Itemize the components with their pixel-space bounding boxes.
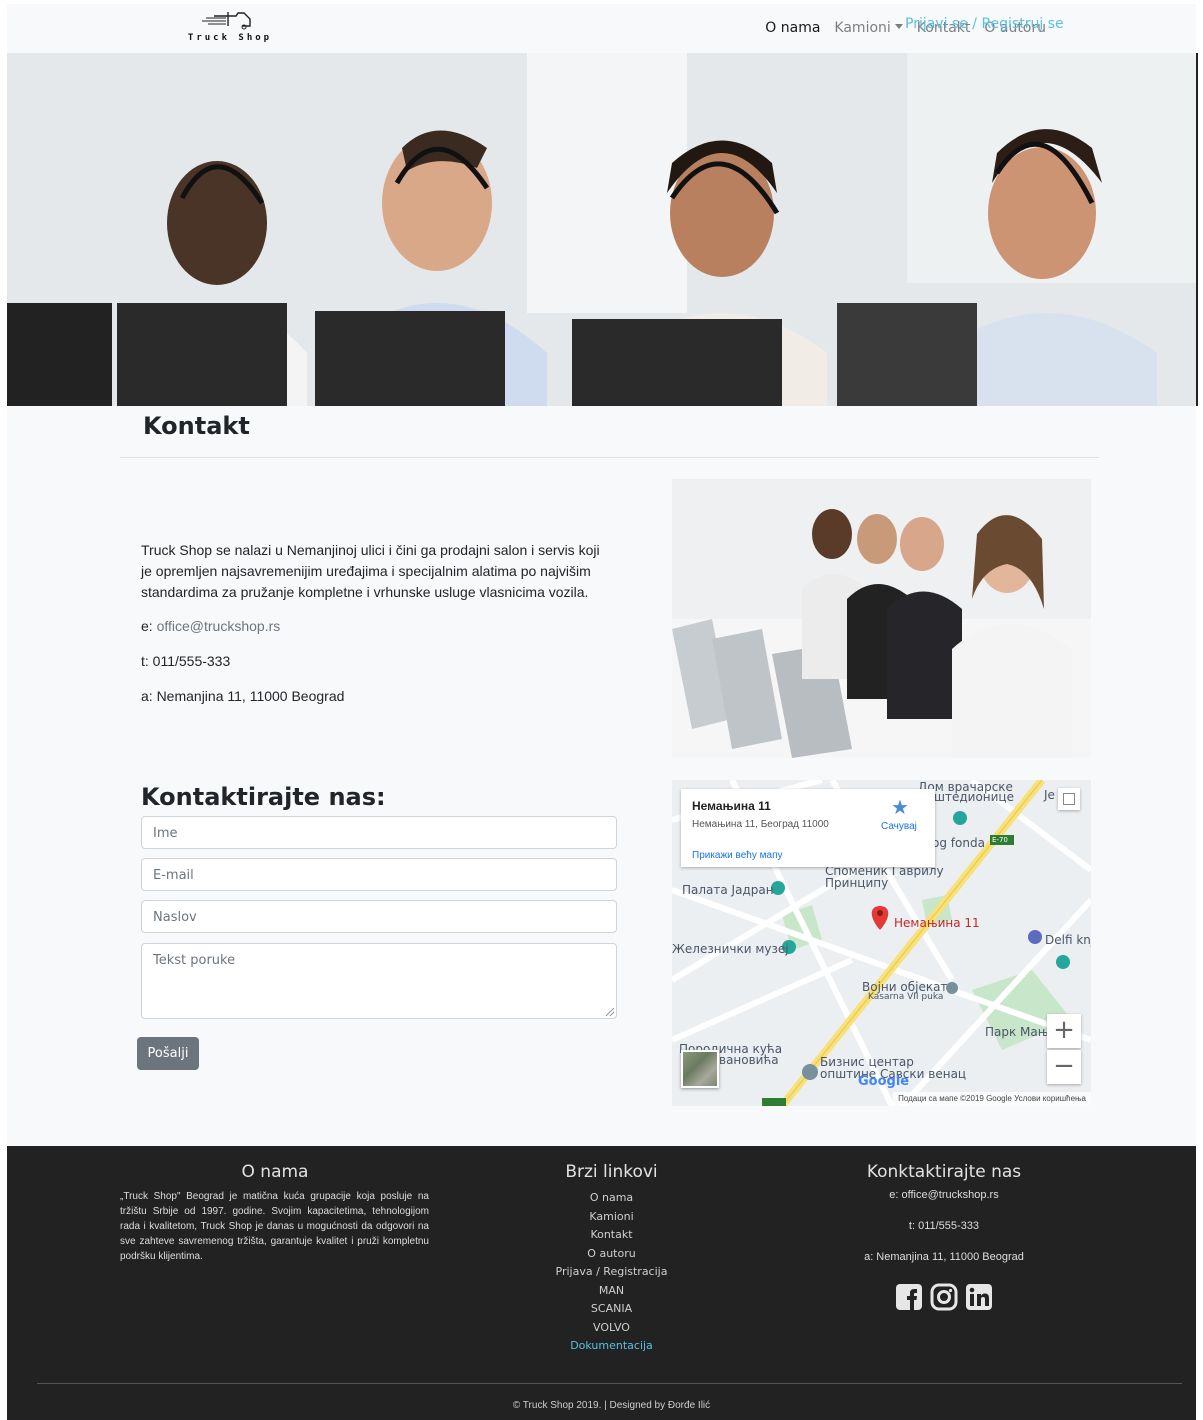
contact-email: e: office@truckshop.rs [141,618,280,634]
nav-link-kamioni-label: Kamioni [834,20,891,36]
footer-link-scania[interactable]: SCANIA [533,1302,690,1315]
email-input[interactable]: E-mail [141,858,617,891]
map-embed[interactable]: Дом врачарске штедионице Je og fonda E-7… [672,780,1091,1106]
footer-link-man[interactable]: MAN [533,1284,690,1297]
footer-link-o-autoru[interactable]: O autoru [533,1247,690,1260]
nav-link-kamioni[interactable]: Kamioni [834,20,903,36]
footer-link-kontakt[interactable]: Kontakt [533,1228,690,1241]
map-label-vanovica: вановића [719,1053,779,1067]
footer-about-text: „Truck Shop" Beograd je matična kuća gru… [120,1191,429,1262]
truck-logo-icon [202,12,251,30]
map-label-stedionice: штедионице [934,790,1014,804]
subject-input[interactable]: Naslov [141,900,617,933]
satellite-toggle[interactable] [681,1050,719,1088]
email-placeholder: E-mail [153,868,194,883]
map-label-kasarna: Kasarna VII puka [868,992,944,1002]
place-name: Немањина 11 [692,799,771,813]
footer-about-title: O nama [241,1162,309,1182]
resize-handle-icon[interactable] [606,1008,614,1016]
caret-down-icon [894,24,903,29]
form-title: Kontaktirajte nas: [141,783,386,811]
map-label-principu: Принципу [825,876,889,890]
email-link[interactable]: office@truckshop.rs [157,618,281,634]
message-placeholder: Tekst poruke [153,953,236,968]
footer-contact-title: Konktaktirajte nas [866,1162,1022,1182]
view-larger-map-link[interactable]: Прикажи већу мапу [692,850,783,861]
footer [7,1146,1196,1420]
operators-photo [672,479,1091,758]
hero-edge [1196,53,1198,406]
footer-link-prijava[interactable]: Prijava / Registracija [533,1265,690,1278]
nav-link-o-nama[interactable]: O nama [765,20,820,36]
map-label-park: Парк Мање [985,1025,1056,1039]
logo-text: Truck Shop [187,33,273,43]
place-address: Немањина 11, Београд 11000 [692,819,829,830]
facebook-icon[interactable] [895,1283,923,1311]
fullscreen-icon [1063,793,1075,805]
page-title: Kontakt [143,412,250,440]
message-textarea[interactable]: Tekst poruke [141,943,617,1019]
footer-divider [37,1383,1182,1384]
name-placeholder: Ime [153,826,178,841]
instagram-icon[interactable] [930,1283,958,1311]
google-logo: Google [858,1074,910,1089]
fullscreen-button[interactable] [1058,788,1080,810]
star-icon[interactable]: ★ [891,795,909,820]
copyright: © Truck Shop 2019. | Designed by Đorđe I… [512,1400,711,1411]
name-input[interactable]: Ime [141,816,617,849]
zoom-in-button[interactable]: + [1047,1014,1081,1048]
footer-contact-address: a: Nemanjina 11, 11000 Beograd [864,1251,1024,1263]
footer-link-dokumentacija[interactable]: Dokumentacija [533,1339,690,1352]
map-place-card: Немањина 11 Немањина 11, Београд 11000 ★… [681,789,935,867]
zoom-out-button[interactable]: − [1047,1050,1081,1084]
save-place-link[interactable]: Сачувај [881,821,917,832]
footer-link-volvo[interactable]: VOLVO [533,1321,690,1334]
footer-link-o-nama[interactable]: O nama [533,1191,690,1204]
logo[interactable]: Truck Shop [184,6,276,46]
footer-link-kamioni[interactable]: Kamioni [533,1210,690,1223]
hero-image [7,53,1196,406]
map-label-e70-top: E-70 [992,836,1008,844]
footer-contact-email: e: office@truckshop.rs [889,1189,999,1201]
subject-placeholder: Naslov [153,910,197,925]
login-register-link[interactable]: Prijavi se / Registruj se [905,16,1064,32]
about-text: Truck Shop se nalazi u Nemanjinoj ulici … [141,542,600,600]
contact-address: a: Nemanjina 11, 11000 Beograd [141,688,345,704]
map-label-je: Je [1044,788,1055,802]
contact-phone: t: 011/555-333 [141,653,231,669]
email-prefix: e: [141,618,157,634]
map-label-fonda: og fonda [932,836,985,850]
map-attribution[interactable]: Подаци са мапе ©2019 Google Услови кориш… [893,1092,1091,1106]
linkedin-icon[interactable] [965,1283,993,1311]
footer-links-title: Brzi linkovi [565,1162,658,1182]
divider [120,457,1099,458]
map-label-palata: Палата Јадран [682,883,774,897]
call-center-photo [7,53,1196,406]
map-label-muzej: Железнички музеј [672,942,789,956]
side-photo [672,479,1091,758]
submit-button[interactable]: Pošalji [137,1037,199,1070]
map-label-delfi: Delfi knji [1045,933,1091,947]
footer-contact-phone: t: 011/555-333 [908,1220,980,1232]
map-marker-label: Немањина 11 [894,916,980,930]
